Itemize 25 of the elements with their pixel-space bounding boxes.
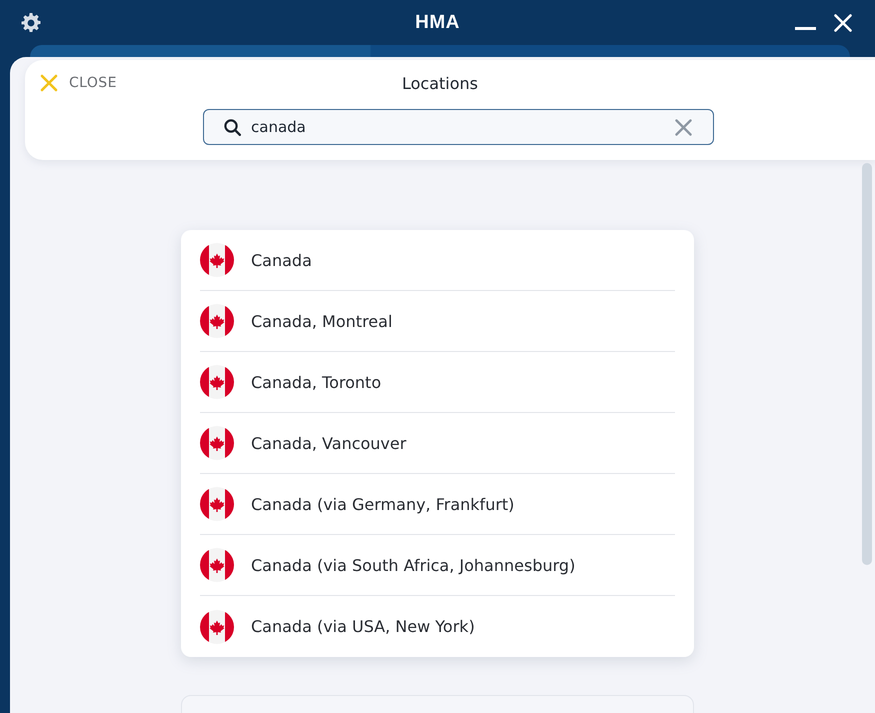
location-item[interactable]: Canada (via South Africa, Johannesburg) bbox=[200, 535, 675, 596]
location-item[interactable]: Canada, Toronto bbox=[200, 352, 675, 413]
panel-title: Locations bbox=[402, 74, 478, 92]
settings-icon[interactable] bbox=[21, 12, 41, 32]
close-button[interactable]: CLOSE bbox=[40, 74, 117, 92]
window-title: HMA bbox=[415, 12, 460, 34]
flag-icon bbox=[200, 487, 234, 521]
location-item[interactable]: Canada (via USA, New York) bbox=[200, 596, 675, 657]
flag-icon bbox=[200, 426, 234, 460]
flag-icon bbox=[200, 243, 234, 277]
search-field[interactable]: canada bbox=[203, 109, 714, 145]
location-item[interactable]: Canada, Montreal bbox=[200, 291, 675, 352]
location-item[interactable]: Canada bbox=[200, 230, 675, 291]
location-item[interactable]: Canada (via Germany, Frankfurt) bbox=[200, 474, 675, 535]
flag-icon bbox=[200, 548, 234, 582]
minimize-icon[interactable] bbox=[795, 26, 816, 30]
close-icon[interactable] bbox=[834, 14, 852, 32]
flag-icon bbox=[200, 365, 234, 399]
close-icon bbox=[40, 74, 58, 92]
location-item[interactable]: Canada, Vancouver bbox=[200, 413, 675, 474]
flag-icon bbox=[200, 304, 234, 338]
scrollbar[interactable] bbox=[862, 163, 872, 565]
flag-icon bbox=[200, 610, 234, 644]
clear-icon[interactable] bbox=[675, 119, 692, 136]
search-icon bbox=[224, 119, 241, 136]
